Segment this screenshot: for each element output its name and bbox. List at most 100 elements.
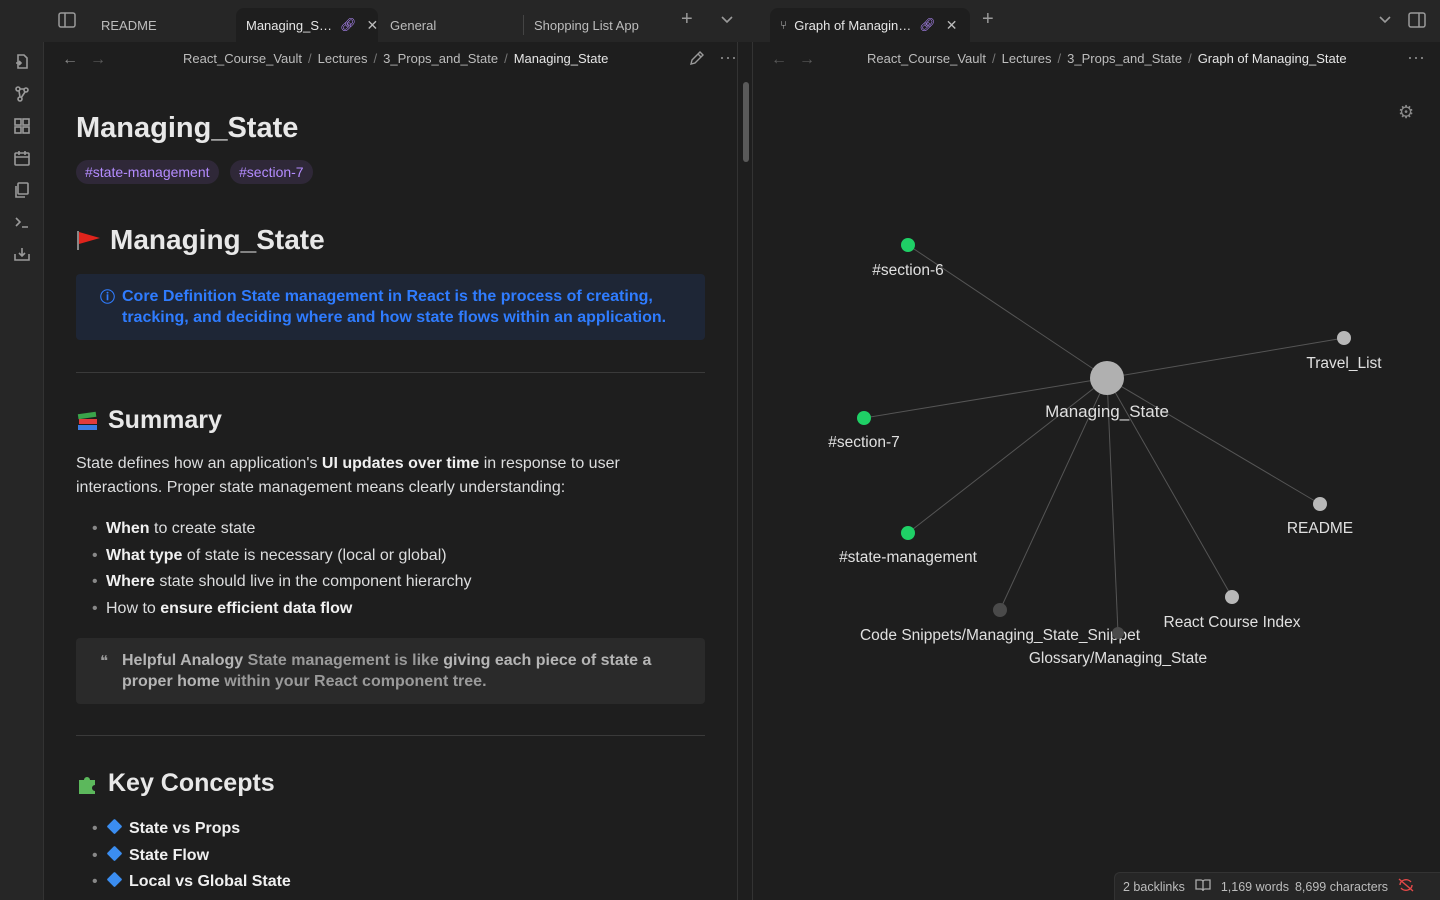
right-sidebar-icon[interactable] <box>1408 12 1426 33</box>
graph-node[interactable] <box>901 526 915 540</box>
pencil-icon[interactable] <box>689 50 705 71</box>
breadcrumb: React_Course_Vault / Lectures / 3_Props_and_… <box>183 51 608 66</box>
blue-diamond-icon <box>106 871 123 888</box>
scroll-thumb[interactable] <box>743 82 749 162</box>
list-item: What type of state is necessary (local o… <box>92 543 472 570</box>
graph-node-label[interactable]: #section-7 <box>828 434 900 451</box>
graph-canvas[interactable]: Managing_State #section-6 Travel_List #sect… <box>753 42 1440 900</box>
sync-off-icon[interactable] <box>1398 878 1414 895</box>
breadcrumb-separator: / <box>308 51 312 66</box>
tag-state-management[interactable]: #state-management <box>76 160 219 184</box>
callout-helpful-analogy: ❝ Helpful Analogy State management is li… <box>76 638 705 704</box>
callout-bold: where and how state flows <box>296 309 499 326</box>
red-flag-icon <box>76 229 102 251</box>
close-icon[interactable]: ✕ <box>946 17 958 34</box>
tab-label: General <box>390 17 437 33</box>
tab-graph[interactable]: ⑂ Graph of Managin… 🔗︎ ✕ <box>770 8 970 42</box>
forward-icon[interactable]: → <box>90 51 106 69</box>
callout-label: Helpful Analogy <box>122 652 244 669</box>
heading-text: Managing_State <box>110 224 325 255</box>
list-item: When to create state <box>92 516 472 543</box>
breadcrumb-current[interactable]: Managing_State <box>514 51 609 66</box>
back-icon[interactable]: ← <box>62 51 78 69</box>
graph-node-label[interactable]: README <box>1287 520 1353 537</box>
item-bold: Where <box>106 573 155 591</box>
backlinks-count[interactable]: 2 backlinks <box>1123 880 1185 894</box>
puzzle-icon <box>76 772 100 796</box>
graph-node[interactable] <box>993 603 1007 617</box>
callout-text: , and deciding <box>184 309 292 326</box>
tab-readme[interactable]: README <box>91 8 231 42</box>
terminal-icon[interactable] <box>12 212 32 232</box>
books-icon <box>76 410 100 432</box>
breadcrumb-item[interactable]: Lectures <box>318 51 368 66</box>
tag-section-7[interactable]: #section-7 <box>230 160 313 184</box>
graph-node[interactable] <box>1313 497 1327 511</box>
tab-general[interactable]: General <box>380 8 520 42</box>
item-bold: ensure efficient data flow <box>160 599 353 617</box>
graph-node-label[interactable]: #section-6 <box>872 262 944 279</box>
list-item: How to ensure efficient data flow <box>92 596 472 623</box>
item-text: to create state <box>149 520 256 537</box>
calendar-icon[interactable] <box>12 148 32 168</box>
graph-node[interactable] <box>1090 361 1124 395</box>
graph-node[interactable] <box>1225 590 1239 604</box>
blue-diamond-icon <box>106 818 123 835</box>
chevron-down-icon[interactable] <box>720 12 734 31</box>
heading-text: Summary <box>108 406 222 434</box>
item-text: state should live in the component hiera… <box>154 573 472 591</box>
breadcrumb-item[interactable]: 3_Props_and_State <box>383 51 498 66</box>
breadcrumb-item[interactable]: React_Course_Vault <box>183 51 302 66</box>
item-text: How to <box>106 599 161 617</box>
list-item: Where state should live in the component… <box>92 569 472 596</box>
link-icon: 🔗︎ <box>340 17 357 32</box>
graph-node[interactable] <box>1112 627 1124 639</box>
graph-pane: ← → React_Course_Vault / Lectures/3_Props_… <box>752 42 1440 900</box>
summary-paragraph: State defines how an application's UI up… <box>76 452 705 500</box>
list-item: Local vs Global State <box>92 869 291 896</box>
more-icon[interactable]: ··· <box>719 47 737 68</box>
heading-summary: Summary <box>76 406 222 435</box>
graph-node[interactable] <box>901 238 915 252</box>
callout-text: within your React component tree. <box>224 673 487 690</box>
item-bold: When <box>106 520 150 537</box>
graph-node[interactable] <box>1337 331 1351 345</box>
graph-node-label[interactable]: React Course Index <box>1164 614 1301 631</box>
tab-managing-state[interactable]: Managing_S… 🔗︎ ✕ <box>236 8 378 42</box>
plus-icon[interactable]: + <box>982 9 994 29</box>
import-icon[interactable] <box>12 244 32 264</box>
heading-managing-state: Managing_State <box>76 224 325 256</box>
graph-node-label[interactable]: #state-management <box>839 549 978 566</box>
graph-view-icon[interactable] <box>12 84 32 104</box>
tab-label: Managing_S… <box>246 17 332 33</box>
graph-node-label[interactable]: Managing_State <box>1045 402 1169 421</box>
status-bar: 2 backlinks 1,169 words 8,699 characters <box>1114 872 1440 900</box>
item-text: of state is necessary (local or global) <box>182 546 447 564</box>
callout-label: Core Definition <box>122 288 237 305</box>
para-text: State defines how an application's <box>76 455 318 472</box>
graph-node[interactable] <box>857 411 871 425</box>
ribbon <box>0 42 44 900</box>
graph-node-label[interactable]: Code Snippets/Managing_State_Snippet <box>860 627 1141 644</box>
templates-icon[interactable] <box>12 180 32 200</box>
canvas-icon[interactable] <box>12 116 32 136</box>
tab-bar: README Managing_S… 🔗︎ ✕ General Shopping… <box>0 0 1440 42</box>
page-title: Managing_State <box>76 112 299 144</box>
tab-shopping-list-app[interactable]: Shopping List App <box>524 8 664 42</box>
summary-list: When to create state What type of state … <box>92 516 472 623</box>
chevron-down-icon[interactable] <box>1378 12 1392 31</box>
heading-text: Key Concepts <box>108 769 275 797</box>
list-item: State vs Props <box>92 816 291 843</box>
sidebar-toggle-icon[interactable] <box>58 12 76 33</box>
graph-node-label[interactable]: Travel_List <box>1306 355 1382 372</box>
item-bold: Local vs Global State <box>129 873 291 891</box>
plus-icon[interactable]: + <box>681 9 693 29</box>
link-icon: 🔗︎ <box>919 17 936 32</box>
quick-switcher-icon[interactable] <box>12 52 32 72</box>
tab-label: Shopping List App <box>534 17 639 33</box>
book-icon[interactable] <box>1195 878 1211 895</box>
scrollbar[interactable] <box>741 80 751 900</box>
close-icon[interactable]: ✕ <box>367 17 379 34</box>
graph-node-label[interactable]: Glossary/Managing_State <box>1029 650 1207 667</box>
key-concepts-list: State vs Props State Flow Local vs Globa… <box>92 816 291 896</box>
